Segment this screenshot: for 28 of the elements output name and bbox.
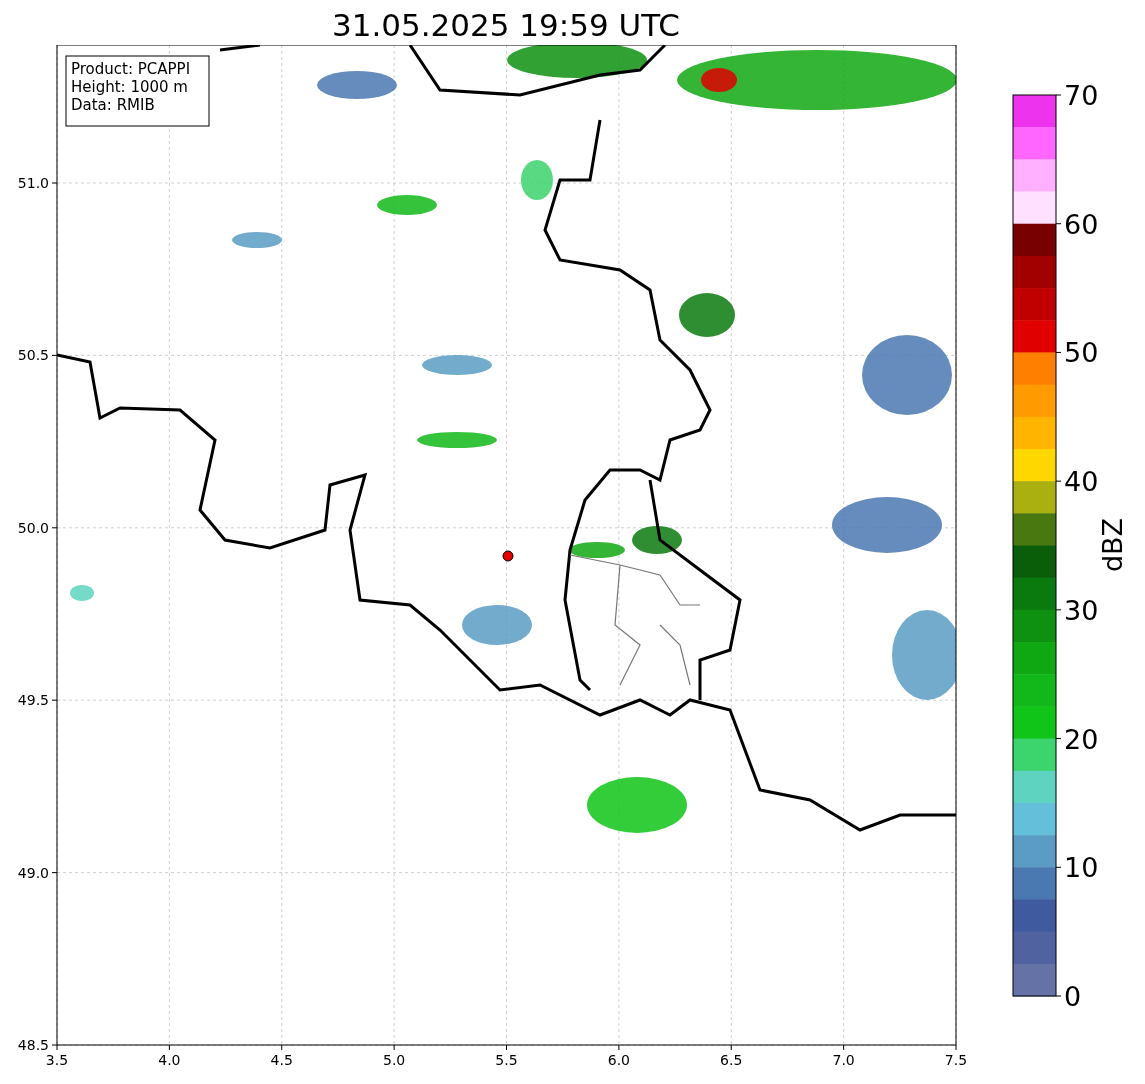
x-tick-label: 6.0 — [607, 1052, 630, 1068]
colorbar-tick-label: 60 — [1064, 208, 1099, 240]
info-text: Height: 1000 m — [71, 78, 188, 96]
colorbar-tick-label: 50 — [1064, 337, 1099, 369]
y-tick-label: 51.0 — [17, 175, 49, 191]
y-tick-label: 49.0 — [17, 864, 49, 881]
x-tick-label: 7.0 — [832, 1052, 855, 1068]
y-tick-label: 48.5 — [17, 1037, 49, 1053]
info-text: Product: PCAPPI — [71, 60, 191, 78]
x-tick-label: 5.5 — [495, 1052, 518, 1068]
y-tick-label: 50.0 — [17, 519, 49, 536]
x-tick-label: 6.5 — [720, 1052, 743, 1068]
colorbar-tick-label: 10 — [1064, 852, 1099, 884]
colorbar-tick-label: 40 — [1064, 466, 1099, 498]
y-tick-label: 49.5 — [17, 692, 49, 709]
colorbar-tick-label: 70 — [1064, 80, 1099, 111]
colorbar-tick-label: 20 — [1064, 723, 1099, 755]
colorbar-label: dBZ — [1097, 517, 1128, 573]
y-tick-label: 50.5 — [17, 347, 49, 364]
x-tick-label: 3.5 — [45, 1052, 69, 1068]
x-tick-label: 7.5 — [944, 1052, 968, 1068]
info-text: Data: RMIB — [71, 96, 155, 114]
colorbar-tick-label: 30 — [1064, 594, 1099, 626]
x-tick-label: 5.0 — [383, 1052, 406, 1068]
chart-title: 31.05.2025 19:59 UTC — [331, 6, 681, 45]
colorbar-tick-label: 0 — [1064, 981, 1082, 1012]
x-tick-label: 4.0 — [158, 1052, 181, 1068]
x-tick-label: 4.5 — [270, 1052, 293, 1068]
